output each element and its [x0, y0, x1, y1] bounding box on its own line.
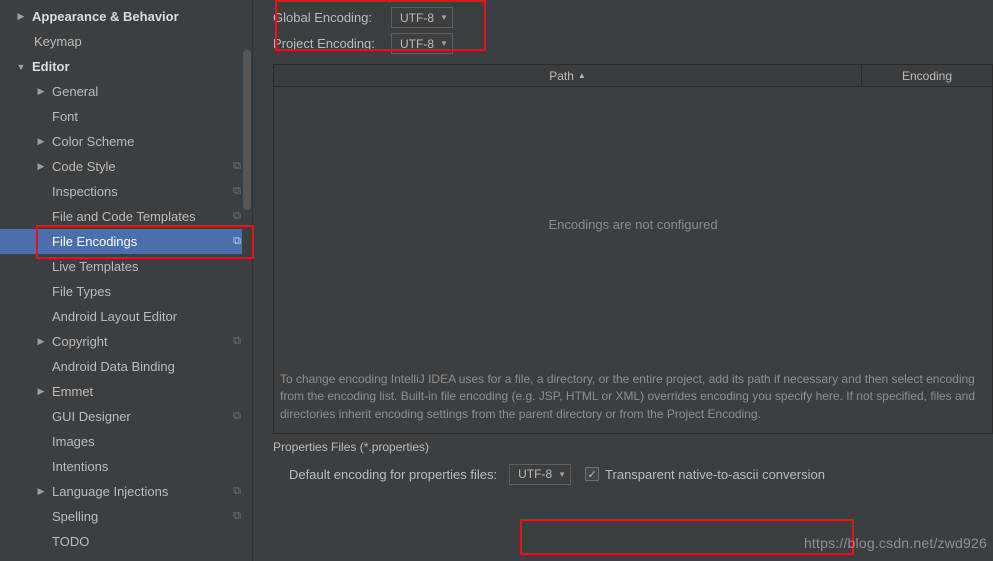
tree-item-code-style[interactable]: ▶Code Style⧉ [0, 154, 252, 179]
properties-section-label: Properties Files (*.properties) [273, 440, 993, 454]
tree-item-font[interactable]: Font [0, 104, 252, 129]
column-header-path[interactable]: Path ▲ [274, 65, 862, 86]
tree-item-todo[interactable]: TODO [0, 529, 252, 554]
settings-main-panel: Global Encoding: UTF-8 ▼ Project Encodin… [253, 0, 993, 561]
chevron-right-icon: ▶ [34, 386, 48, 397]
tree-item-label: Intentions [52, 459, 252, 474]
global-encoding-combo[interactable]: UTF-8 ▼ [391, 7, 453, 28]
tree-item-label: GUI Designer [52, 409, 230, 424]
tree-item-label: File Encodings [52, 234, 230, 249]
tree-item-label: File Types [52, 284, 252, 299]
scrollbar-thumb[interactable] [243, 50, 251, 210]
tree-item-label: Code Style [52, 159, 230, 174]
tree-item-label: Spelling [52, 509, 230, 524]
chevron-right-icon: ▶ [34, 136, 48, 147]
tree-item-label: Editor [32, 59, 252, 74]
chevron-down-icon: ▼ [14, 62, 28, 72]
tree-item-label: Font [52, 109, 252, 124]
project-encoding-combo[interactable]: UTF-8 ▼ [391, 33, 453, 54]
tree-item-file-encodings[interactable]: File Encodings⧉ [0, 229, 252, 254]
tree-item-android-data-binding[interactable]: Android Data Binding [0, 354, 252, 379]
transparent-ascii-checkbox[interactable]: ✓ [585, 467, 599, 481]
chevron-right-icon: ▶ [34, 86, 48, 97]
chevron-right-icon: ▶ [14, 11, 28, 22]
encodings-table: Path ▲ Encoding Encodings are not config… [273, 64, 993, 434]
properties-encoding-label: Default encoding for properties files: [289, 467, 497, 482]
tree-item-label: Emmet [52, 384, 252, 399]
tree-item-label: Color Scheme [52, 134, 252, 149]
table-body-empty: Encodings are not configured [274, 87, 992, 363]
tree-item-label: Copyright [52, 334, 230, 349]
tree-item-spelling[interactable]: Spelling⧉ [0, 504, 252, 529]
column-header-encoding[interactable]: Encoding [862, 65, 992, 86]
tree-item-live-templates[interactable]: Live Templates [0, 254, 252, 279]
tree-item-label: Images [52, 434, 252, 449]
tree-item-label: Android Data Binding [52, 359, 252, 374]
tree-item-language-injections[interactable]: ▶Language Injections⧉ [0, 479, 252, 504]
tree-item-keymap[interactable]: Keymap [0, 29, 252, 54]
watermark-text: https://blog.csdn.net/zwd926 [804, 535, 987, 551]
tree-item-label: Live Templates [52, 259, 252, 274]
chevron-down-icon: ▼ [440, 13, 448, 22]
properties-encoding-combo[interactable]: UTF-8 ▼ [509, 464, 571, 485]
tree-item-appearance-behavior[interactable]: ▶ Appearance & Behavior [0, 4, 252, 29]
tree-item-label: TODO [52, 534, 252, 549]
tree-item-copyright[interactable]: ▶Copyright⧉ [0, 329, 252, 354]
help-text: To change encoding IntelliJ IDEA uses fo… [274, 363, 992, 433]
table-header: Path ▲ Encoding [274, 65, 992, 87]
project-encoding-label: Project Encoding: [273, 36, 391, 51]
sort-asc-icon: ▲ [578, 71, 586, 80]
tree-item-emmet[interactable]: ▶ Emmet [0, 379, 252, 404]
tree-item-general[interactable]: ▶ General [0, 79, 252, 104]
tree-item-inspections[interactable]: Inspections⧉ [0, 179, 252, 204]
sidebar-scrollbar[interactable] [242, 0, 252, 561]
tree-item-label: Android Layout Editor [52, 309, 252, 324]
tree-item-label: Language Injections [52, 484, 230, 499]
tree-item-label: General [52, 84, 252, 99]
chevron-down-icon: ▼ [440, 39, 448, 48]
transparent-ascii-label: Transparent native-to-ascii conversion [605, 467, 825, 482]
settings-tree-sidebar: ▶ Appearance & Behavior Keymap ▼ Editor ▶ Gene… [0, 0, 253, 561]
tree-item-android-layout-editor[interactable]: Android Layout Editor [0, 304, 252, 329]
tree-item-editor[interactable]: ▼ Editor [0, 54, 252, 79]
tree-item-label: File and Code Templates [52, 209, 230, 224]
tree-item-intentions[interactable]: Intentions [0, 454, 252, 479]
chevron-right-icon: ▶ [34, 486, 48, 497]
tree-item-label: Inspections [52, 184, 230, 199]
chevron-down-icon: ▼ [558, 470, 566, 479]
tree-item-label: Keymap [34, 34, 252, 49]
tree-item-images[interactable]: Images [0, 429, 252, 454]
tree-item-gui-designer[interactable]: GUI Designer⧉ [0, 404, 252, 429]
tree-item-label: Appearance & Behavior [32, 9, 252, 24]
global-encoding-label: Global Encoding: [273, 10, 391, 25]
tree-item-file-types[interactable]: File Types [0, 279, 252, 304]
tree-item-color-scheme[interactable]: ▶ Color Scheme [0, 129, 252, 154]
chevron-right-icon: ▶ [34, 161, 48, 172]
tree-item-file-and-code-templates[interactable]: File and Code Templates⧉ [0, 204, 252, 229]
chevron-right-icon: ▶ [34, 336, 48, 347]
